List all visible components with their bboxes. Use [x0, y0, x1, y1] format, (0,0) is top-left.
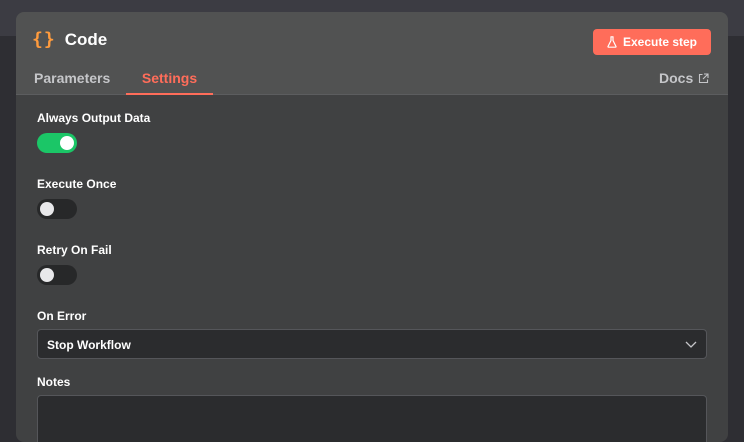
node-settings-panel: {} Code Execute step Parameters Settings… [16, 12, 728, 442]
tab-settings[interactable]: Settings [126, 70, 213, 95]
always-output-data-label: Always Output Data [37, 111, 151, 125]
tab-bar: Parameters Settings Docs [16, 64, 728, 95]
execute-once-label: Execute Once [37, 177, 117, 191]
external-link-icon [699, 72, 709, 83]
execute-step-label: Execute step [622, 35, 698, 49]
retry-on-fail-label: Retry On Fail [37, 243, 112, 257]
on-error-value: Stop Workflow [47, 338, 131, 352]
on-error-select[interactable]: Stop Workflow [37, 329, 707, 359]
node-title-row: {} Code [32, 29, 107, 51]
node-header: {} Code Execute step Parameters Settings… [16, 12, 728, 95]
always-output-data-toggle[interactable] [37, 133, 77, 153]
execute-step-button[interactable]: Execute step [593, 29, 711, 55]
notes-label: Notes [37, 375, 71, 389]
flask-icon [607, 36, 617, 48]
retry-on-fail-toggle[interactable] [37, 265, 77, 285]
node-title[interactable]: Code [65, 29, 108, 51]
chevron-down-icon [685, 341, 697, 348]
on-error-label: On Error [37, 309, 87, 323]
toggle-knob [60, 136, 74, 150]
toggle-knob [40, 268, 54, 282]
notes-textarea[interactable] [37, 395, 707, 442]
execute-once-toggle[interactable] [37, 199, 77, 219]
docs-link[interactable]: Docs [659, 70, 709, 86]
toggle-knob [40, 202, 54, 216]
tab-parameters[interactable]: Parameters [34, 70, 110, 95]
docs-label: Docs [659, 70, 694, 86]
curly-braces-icon: {} [32, 29, 56, 50]
